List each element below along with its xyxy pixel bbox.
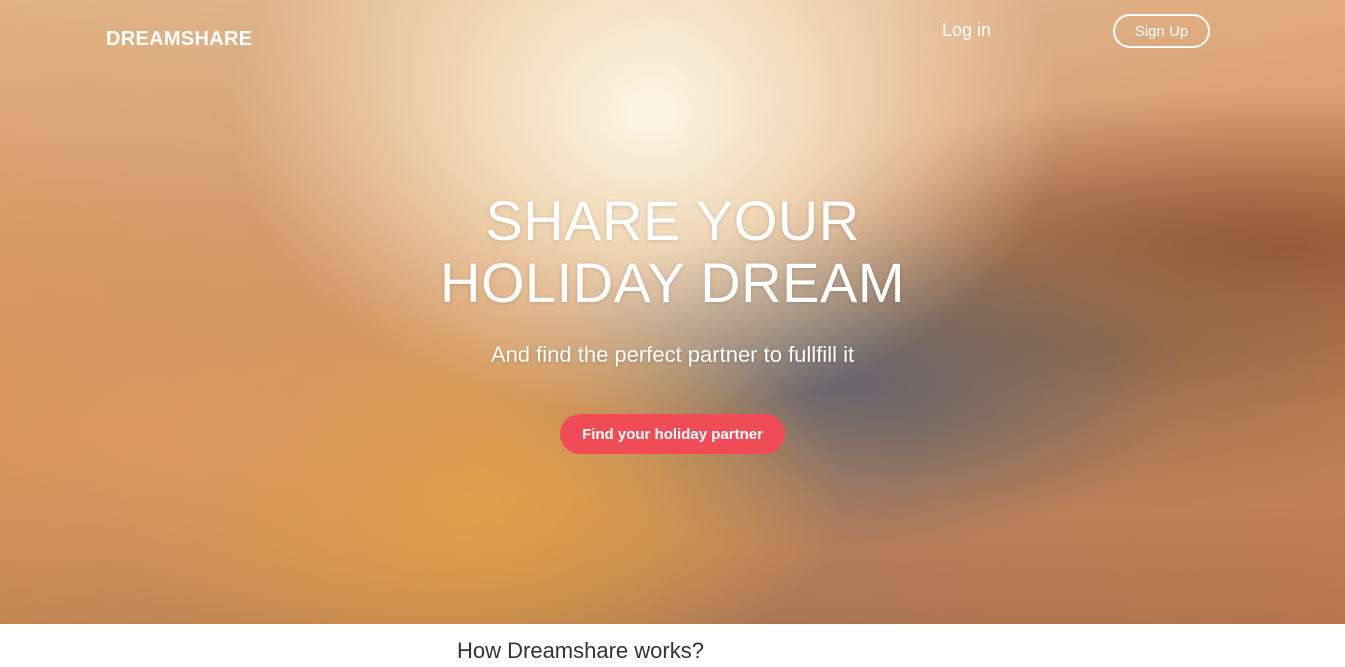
top-navigation: DREAMSHARE Log in Sign Up: [0, 0, 1345, 80]
hero-content: SHARE YOUR HOLIDAY DREAM And find the pe…: [0, 190, 1345, 454]
login-link[interactable]: Log in: [942, 20, 991, 41]
section-title: How Dreamshare works?: [457, 638, 704, 663]
find-partner-button[interactable]: Find your holiday partner: [560, 414, 785, 454]
hero-section: DREAMSHARE Log in Sign Up SHARE YOUR HOL…: [0, 0, 1345, 624]
hero-subheadline: And find the perfect partner to fullfill…: [490, 342, 855, 367]
signup-button[interactable]: Sign Up: [1113, 14, 1210, 48]
how-it-works-section: How Dreamshare works?: [0, 624, 1345, 667]
logo[interactable]: DREAMSHARE: [106, 28, 252, 51]
hero-headline: SHARE YOUR HOLIDAY DREAM: [440, 189, 905, 314]
